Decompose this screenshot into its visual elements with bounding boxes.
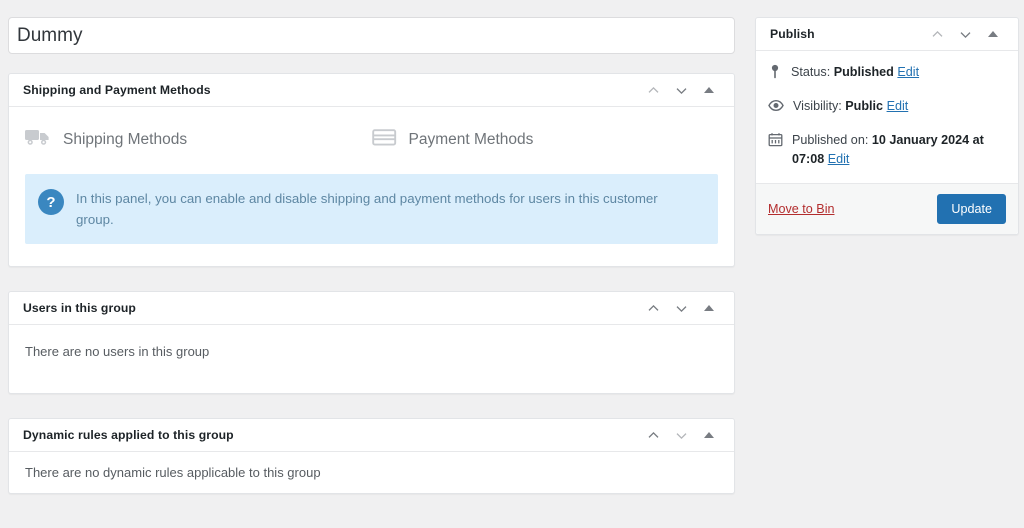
post-visibility-row: Visibility: Public Edit (768, 97, 1006, 119)
published-on-label: Published on: (792, 132, 869, 147)
admin-page: Shipping and Payment Methods (0, 0, 1024, 528)
visibility-label: Visibility: (793, 98, 842, 113)
move-to-bin-link[interactable]: Move to Bin (768, 202, 835, 216)
edit-status-link[interactable]: Edit (897, 65, 919, 79)
publish-major-actions: Move to Bin Update (756, 182, 1018, 234)
move-down-icon[interactable] (952, 21, 978, 47)
eye-icon (768, 98, 784, 119)
title-field-wrapper (8, 17, 735, 54)
panel-title: Users in this group (23, 301, 136, 315)
calendar-icon (768, 132, 783, 153)
panel-title: Dynamic rules applied to this group (23, 428, 234, 442)
question-mark-icon: ? (38, 189, 64, 215)
panel-handle-actions (924, 21, 1006, 47)
post-body-content: Shipping and Payment Methods (8, 17, 735, 528)
move-down-icon[interactable] (668, 77, 694, 103)
notice-text: In this panel, you can enable and disabl… (76, 191, 658, 227)
visibility-value: Public (845, 98, 884, 113)
method-label: Shipping Methods (63, 130, 188, 148)
panel-handle-actions (640, 295, 722, 321)
users-empty-message: There are no users in this group (25, 344, 210, 359)
post-status-row: Status: Published Edit (768, 63, 1006, 85)
credit-card-icon (371, 127, 397, 152)
toggle-panel-icon[interactable] (696, 422, 722, 448)
method-label: Payment Methods (408, 130, 534, 148)
move-down-icon[interactable] (668, 295, 694, 321)
method-payment-methods[interactable]: Payment Methods (371, 127, 719, 152)
toggle-panel-icon[interactable] (696, 77, 722, 103)
edit-published-on-link[interactable]: Edit (828, 152, 850, 166)
panel-dynamic-rules: Dynamic rules applied to this group Ther… (8, 418, 735, 494)
panel-shipping-and-payment-methods: Shipping and Payment Methods Shipping Me… (8, 73, 735, 267)
post-sidebar: Publish Status: Published Edit Visibilit… (755, 17, 1019, 528)
edit-visibility-link[interactable]: Edit (887, 99, 909, 113)
publish-header: Publish (756, 18, 1018, 51)
move-down-icon[interactable] (668, 422, 694, 448)
publish-title: Publish (770, 27, 815, 41)
publish-box: Publish Status: Published Edit Visibilit… (755, 17, 1019, 235)
info-notice: ? In this panel, you can enable and disa… (25, 174, 718, 244)
panel-handle-actions (640, 422, 722, 448)
post-visibility-text: Visibility: Public Edit (793, 97, 908, 116)
panel-header: Dynamic rules applied to this group (9, 419, 734, 452)
pin-icon (768, 64, 782, 85)
status-label: Status: (791, 65, 831, 79)
panel-handle-actions (640, 77, 722, 103)
move-up-icon[interactable] (640, 422, 666, 448)
panel-header: Shipping and Payment Methods (9, 74, 734, 107)
panel-title: Shipping and Payment Methods (23, 83, 211, 97)
publish-misc-actions: Status: Published Edit Visibility: Publi… (756, 51, 1018, 183)
move-up-icon[interactable] (640, 77, 666, 103)
method-shipping-methods[interactable]: Shipping Methods (25, 127, 372, 152)
update-button[interactable]: Update (937, 193, 1006, 224)
toggle-panel-icon[interactable] (696, 295, 722, 321)
post-status-text: Status: Published Edit (791, 63, 919, 82)
status-value: Published (833, 65, 894, 79)
panel-users-in-this-group: Users in this group There are no users i… (8, 291, 735, 394)
post-published-on-text: Published on: 10 January 2024 at 07:08 E… (792, 131, 1006, 169)
panel-header: Users in this group (9, 292, 734, 325)
notice-wrapper: ? In this panel, you can enable and disa… (9, 168, 734, 266)
toggle-panel-icon[interactable] (980, 21, 1006, 47)
truck-icon (25, 127, 51, 152)
post-published-on-row: Published on: 10 January 2024 at 07:08 E… (768, 131, 1006, 169)
dynamic-rules-empty-message: There are no dynamic rules applicable to… (25, 465, 321, 480)
move-up-icon[interactable] (924, 21, 950, 47)
post-title-input[interactable] (8, 17, 735, 54)
move-up-icon[interactable] (640, 295, 666, 321)
methods-row: Shipping Methods Payment Methods (9, 107, 734, 168)
